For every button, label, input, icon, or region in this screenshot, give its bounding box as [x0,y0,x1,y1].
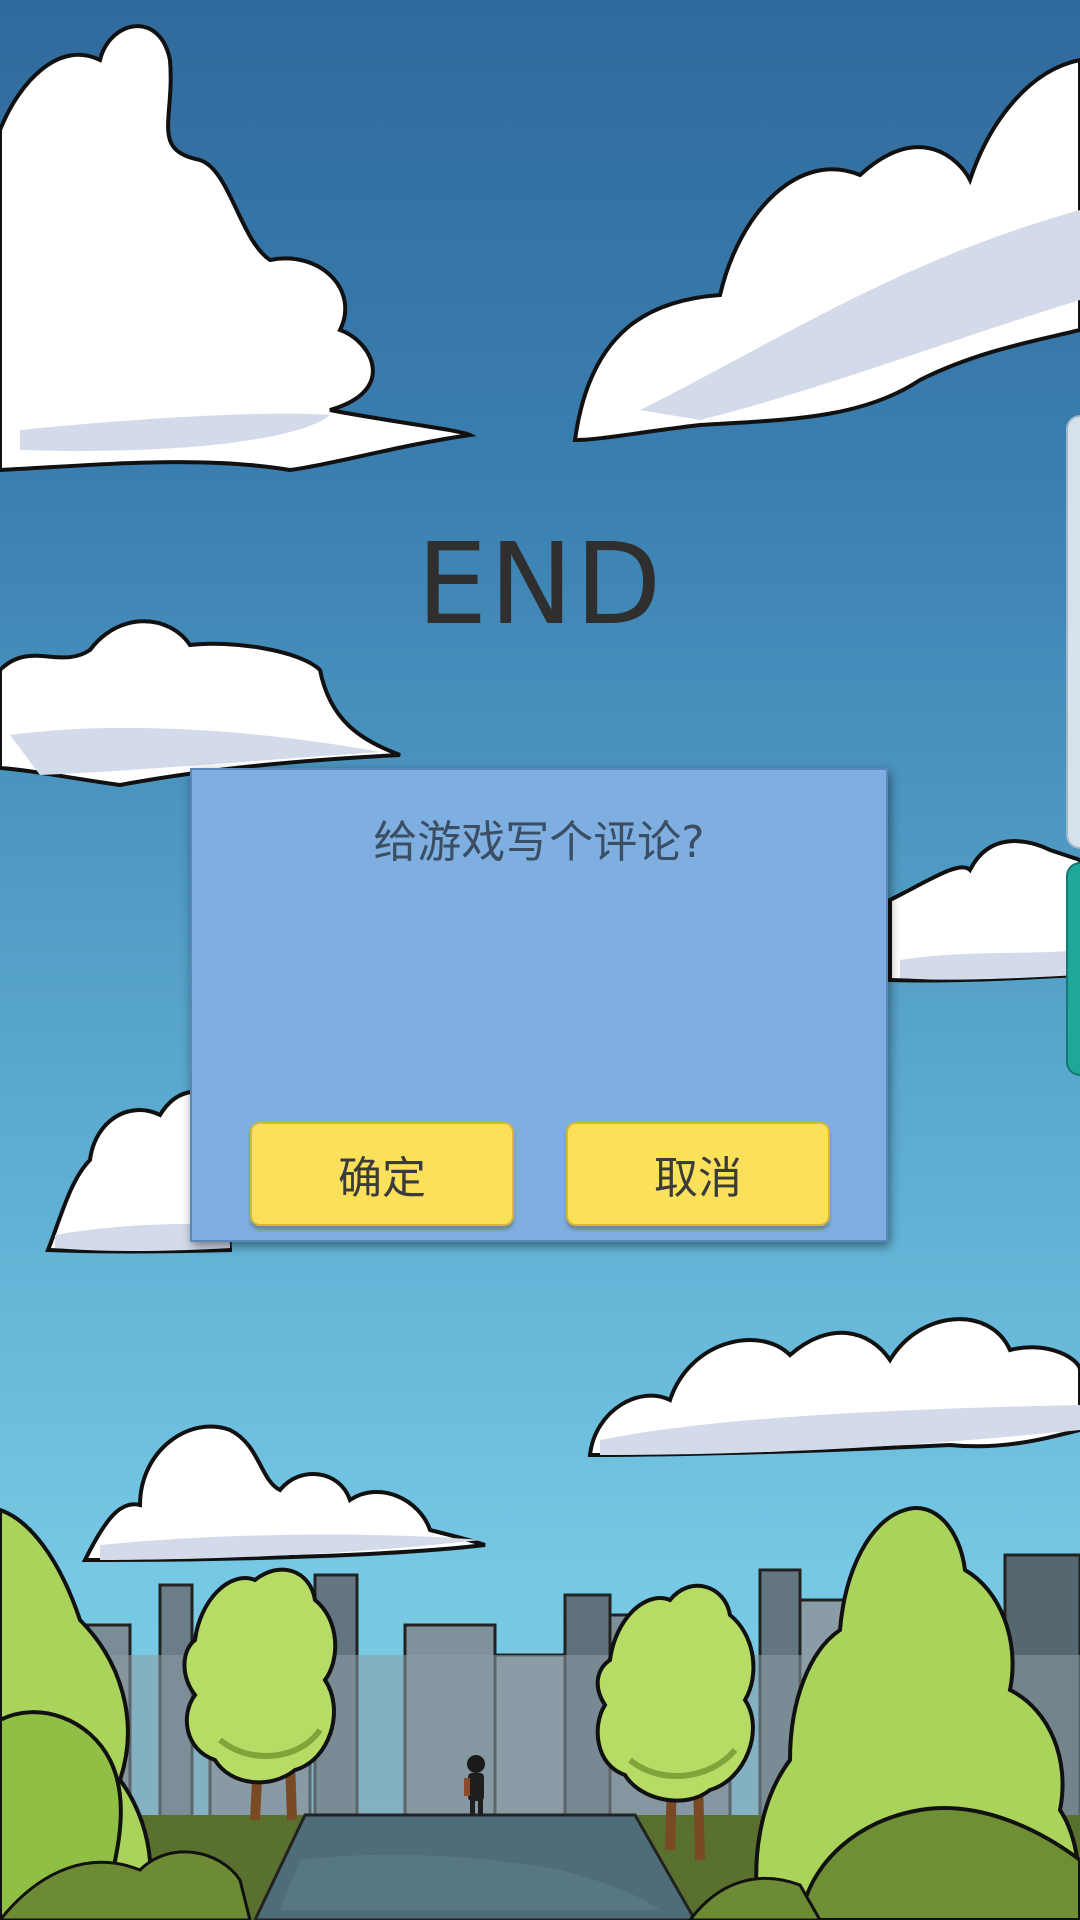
cancel-button[interactable]: 取消 [566,1122,830,1226]
cloud-right-low [587,1317,1080,1458]
side-panel-tab-accent[interactable] [1066,862,1080,1076]
cloud-top-left [0,24,477,473]
end-title: END [416,520,664,650]
cloud-bottom-left [81,1424,486,1563]
cloud-top-right [572,57,1080,443]
review-dialog: 给游戏写个评论? 确定 取消 [190,768,888,1242]
side-panel-tab[interactable] [1066,415,1080,849]
confirm-button[interactable]: 确定 [250,1122,514,1226]
dialog-message: 给游戏写个评论? [373,817,705,868]
tree-left-edge [0,1507,153,1920]
game-end-screen: END 给游戏写个评论? 确定 取消 [0,0,1080,1920]
cloud-right-mid [888,839,1080,983]
